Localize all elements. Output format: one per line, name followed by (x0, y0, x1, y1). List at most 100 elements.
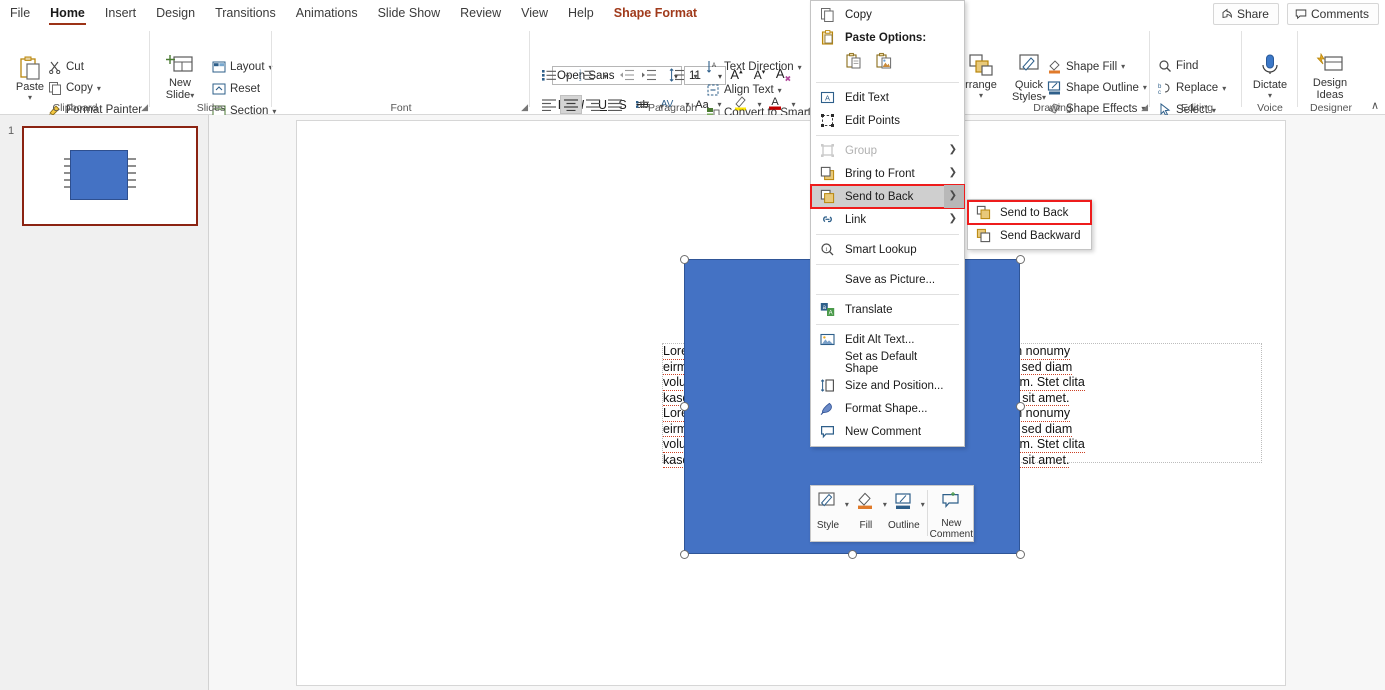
replace-button[interactable]: bc Replace ▾ (1158, 81, 1226, 95)
reset-button[interactable]: Reset (212, 82, 260, 96)
tab-file[interactable]: File (1, 2, 39, 25)
collapse-ribbon-button[interactable]: ∧ (1371, 99, 1379, 112)
tab-view[interactable]: View (512, 2, 557, 25)
copy-chevron-down-icon[interactable]: ▾ (97, 84, 101, 93)
align-text-button[interactable]: Align Text ▾ (706, 83, 782, 97)
resize-handle-bottom-right[interactable] (1016, 550, 1025, 559)
text-direction-button[interactable]: A Text Direction ▾ (706, 60, 802, 74)
chevron-down-icon: ▾ (603, 72, 607, 81)
replace-chevron-down-icon[interactable]: ▾ (1222, 84, 1226, 93)
menu-item-translate-label: Translate (845, 304, 893, 316)
menu-item-set-default-shape[interactable]: Set as Default Shape (811, 351, 964, 374)
layout-button[interactable]: Layout ▾ (212, 60, 273, 74)
shape-outline-chevron-down-icon[interactable]: ▾ (1143, 83, 1147, 92)
slides-group-label: Slides (150, 102, 272, 114)
slide-canvas[interactable]: Lorem ipsum dolor sit amet, consetetur s… (296, 120, 1286, 686)
dictate-chevron-down-icon[interactable]: ▾ (1268, 91, 1272, 100)
drawing-dialog-launcher[interactable]: ◢ (1141, 102, 1148, 113)
menu-divider (816, 234, 959, 235)
menu-item-translate[interactable]: aA Translate (811, 298, 964, 321)
tab-transitions[interactable]: Transitions (206, 2, 285, 25)
tab-home[interactable]: Home (41, 2, 94, 25)
quick-styles-chevron-down-icon[interactable]: ▾ (1042, 93, 1046, 102)
slide-thumbnail-1[interactable] (22, 126, 198, 226)
find-button[interactable]: Find (1158, 59, 1198, 73)
bullets-button[interactable] (538, 65, 560, 84)
paste-chevron-down-icon[interactable]: ▾ (28, 93, 32, 102)
menu-item-edit-alt-text[interactable]: Edit Alt Text... (811, 328, 964, 351)
slide-thumbnail-panel[interactable]: 1 (0, 115, 209, 690)
text-direction-chevron-down-icon[interactable]: ▾ (798, 63, 802, 72)
menu-item-link[interactable]: Link ❯ (811, 208, 964, 231)
send-to-back-submenu[interactable]: Send to Back Send Backward (967, 199, 1092, 250)
menu-item-size-and-position[interactable]: Size and Position... (811, 374, 964, 397)
tab-help[interactable]: Help (559, 2, 603, 25)
copy-button[interactable]: Copy ▾ (48, 81, 101, 95)
submenu-item-send-to-back[interactable]: Send to Back (968, 201, 1091, 224)
menu-item-edit-points[interactable]: Edit Points (811, 109, 964, 132)
shape-fill-chevron-down-icon[interactable]: ▾ (1121, 62, 1125, 71)
resize-handle-top-right[interactable] (1016, 255, 1025, 264)
chevron-right-icon: ❯ (949, 167, 957, 178)
line-spacing-button[interactable] (666, 65, 688, 84)
font-dialog-launcher[interactable]: ◢ (521, 102, 528, 113)
new-slide-chevron-down-icon[interactable]: ▾ (190, 91, 194, 100)
mini-fill-button[interactable]: Fill (849, 486, 883, 531)
menu-item-format-shape[interactable]: Format Shape... (811, 397, 964, 420)
menu-item-smart-lookup[interactable]: i Smart Lookup (811, 238, 964, 261)
context-menu[interactable]: Copy Paste Options: (810, 0, 965, 447)
decrease-indent-button[interactable] (616, 65, 638, 84)
ribbon-tab-bar: File Home Insert Design Transitions Anim… (0, 0, 1385, 27)
resize-handle-bottom-center[interactable] (848, 550, 857, 559)
resize-handle-middle-right[interactable] (1016, 402, 1025, 411)
design-ideas-icon (1316, 53, 1344, 77)
arrange-icon (967, 53, 995, 79)
quick-styles-button[interactable]: Quick Styles▾ (1005, 53, 1053, 104)
design-ideas-button[interactable]: Design Ideas (1306, 53, 1354, 101)
tab-animations[interactable]: Animations (287, 2, 367, 25)
paste-picture-button[interactable] (875, 52, 893, 75)
share-button[interactable]: Share (1213, 3, 1279, 25)
tab-insert[interactable]: Insert (96, 2, 145, 25)
arrange-chevron-down-icon[interactable]: ▾ (979, 91, 983, 100)
menu-item-copy[interactable]: Copy (811, 3, 964, 26)
clipboard-dialog-launcher[interactable]: ◢ (141, 102, 148, 113)
tab-design[interactable]: Design (147, 2, 204, 25)
menu-item-bring-to-front[interactable]: Bring to Front ❯ (811, 162, 964, 185)
svg-text:i: i (826, 247, 828, 253)
tab-home-label: Home (50, 6, 85, 20)
shape-fill-button[interactable]: Shape Fill ▾ (1047, 59, 1125, 74)
menu-item-save-as-picture[interactable]: Save as Picture... (811, 268, 964, 291)
new-slide-button[interactable]: New Slide▾ (156, 53, 204, 102)
submenu-item-send-backward[interactable]: Send Backward (968, 224, 1091, 247)
tab-slide-show[interactable]: Slide Show (369, 2, 450, 25)
tab-review[interactable]: Review (451, 2, 510, 25)
comment-bubble-icon (1295, 8, 1307, 20)
resize-handle-top-left[interactable] (680, 255, 689, 264)
shape-outline-button[interactable]: Shape Outline ▾ (1047, 80, 1147, 95)
resize-handle-bottom-left[interactable] (680, 550, 689, 559)
numbering-chevron[interactable]: ▾ (596, 67, 615, 86)
menu-item-send-to-back[interactable]: Send to Back ❯ (811, 185, 964, 208)
menu-item-new-comment[interactable]: New Comment (811, 420, 964, 443)
tab-shape-format[interactable]: Shape Format (605, 2, 706, 25)
cut-button[interactable]: Cut (48, 60, 84, 74)
numbering-button[interactable]: 1 2 3 (576, 65, 598, 84)
mini-toolbar[interactable]: Style ▾ Fill ▾ Outline ▾ New Comment (810, 485, 974, 542)
align-text-chevron-down-icon[interactable]: ▾ (778, 86, 782, 95)
comments-button[interactable]: Comments (1287, 3, 1379, 25)
mini-style-button[interactable]: Style (811, 486, 845, 531)
increase-indent-button[interactable] (638, 65, 660, 84)
mini-outline-button[interactable]: Outline (887, 486, 921, 531)
tab-view-label: View (521, 6, 548, 20)
resize-handle-middle-left[interactable] (680, 402, 689, 411)
line-spacing-chevron[interactable]: ▾ (686, 67, 705, 86)
paste-button[interactable]: Paste ▾ (6, 55, 54, 102)
bullets-chevron[interactable]: ▾ (558, 67, 577, 86)
outline-chevron-down-icon[interactable]: ▾ (921, 500, 925, 509)
menu-item-size-and-position-label: Size and Position... (845, 380, 943, 392)
paste-keep-formatting-button[interactable] (845, 52, 863, 75)
menu-item-edit-text[interactable]: A Edit Text (811, 86, 964, 109)
mini-new-comment-button[interactable]: New Comment (930, 486, 973, 540)
dictate-button[interactable]: Dictate ▾ (1246, 53, 1294, 100)
